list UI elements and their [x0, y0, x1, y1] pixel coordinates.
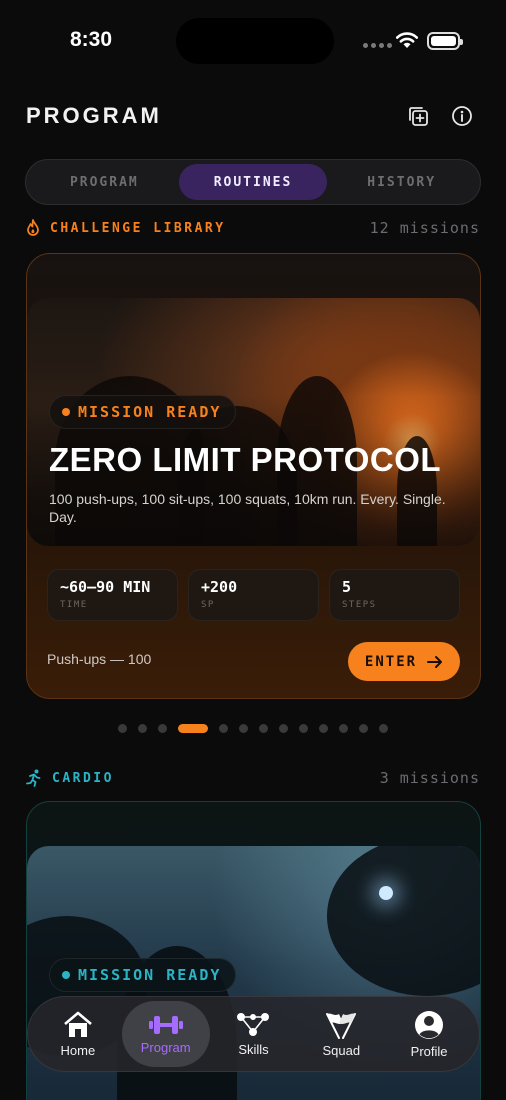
- pager-dot-active[interactable]: [178, 724, 208, 733]
- status-time: 8:30: [70, 28, 113, 51]
- pager-dot[interactable]: [359, 724, 368, 733]
- stat-sp: +200 SP: [188, 569, 319, 621]
- tab-label: Program: [140, 1039, 191, 1055]
- pager-dot[interactable]: [118, 724, 127, 733]
- status-dot: [62, 408, 70, 416]
- tab-label: Profile: [410, 1043, 448, 1059]
- status-badge: MISSION READY: [49, 395, 237, 429]
- mission-card[interactable]: MISSION READY ZERO LIMIT PROTOCOL 100 pu…: [26, 253, 481, 699]
- mission-description: 100 push-ups, 100 sit-ups, 100 squats, 1…: [49, 491, 446, 525]
- pager-dot[interactable]: [239, 724, 248, 733]
- bottom-tab-bar: Home Program Skills Squad Profile: [27, 996, 480, 1072]
- stat-key: STEPS: [342, 600, 377, 610]
- cardio-header: CARDIO 3 missions: [26, 766, 480, 790]
- first-step-text: Push-ups — 100: [47, 651, 152, 667]
- arrow-right-icon: [427, 655, 443, 668]
- flags-icon: [326, 1012, 357, 1039]
- tab-home[interactable]: Home: [34, 1001, 122, 1067]
- pager-dot[interactable]: [299, 724, 308, 733]
- tab-label: Skills: [238, 1041, 269, 1057]
- tab-program-nav[interactable]: Program: [121, 1001, 210, 1067]
- enter-button[interactable]: ENTER: [348, 642, 460, 681]
- dynamic-island: [176, 18, 334, 64]
- tab-squad[interactable]: Squad: [297, 1001, 385, 1067]
- tab-label: Squad: [322, 1042, 361, 1058]
- badge-label: MISSION READY: [78, 966, 222, 984]
- pager-dot[interactable]: [138, 724, 147, 733]
- section-label: CARDIO: [52, 770, 114, 786]
- stat-key: TIME: [60, 600, 88, 610]
- stat-key: SP: [201, 600, 215, 610]
- pager-dot[interactable]: [158, 724, 167, 733]
- mission-count: 12 missions: [369, 219, 480, 237]
- status-dot: [62, 971, 70, 979]
- pager-dot[interactable]: [279, 724, 288, 733]
- pager-dot[interactable]: [339, 724, 348, 733]
- mission-stats: ~60–90 MIN TIME +200 SP 5 STEPS: [47, 569, 460, 621]
- stat-value: ~60–90 MIN: [60, 578, 151, 596]
- pager-dot[interactable]: [219, 724, 228, 733]
- tab-routines[interactable]: ROUTINES: [178, 164, 328, 200]
- status-badge: MISSION READY: [49, 958, 237, 992]
- pager-dot[interactable]: [379, 724, 388, 733]
- copy-plus-icon: [409, 107, 428, 126]
- home-icon: [64, 1011, 92, 1037]
- pager-dot[interactable]: [259, 724, 268, 733]
- tab-skills[interactable]: Skills: [210, 1001, 298, 1067]
- mission-count: 3 missions: [379, 769, 480, 787]
- add-copy-button[interactable]: [404, 102, 432, 130]
- status-bar: 8:30: [0, 0, 506, 80]
- lamp-light: [379, 886, 393, 900]
- stat-value: 5: [342, 578, 352, 596]
- flame-icon: [27, 219, 39, 236]
- carousel-pager: [0, 724, 506, 733]
- mission-title: ZERO LIMIT PROTOCOL: [49, 441, 442, 478]
- challenge-library-header: CHALLENGE LIBRARY 12 missions: [26, 216, 480, 240]
- page-header: PROGRAM: [26, 98, 480, 134]
- pager-dot[interactable]: [319, 724, 328, 733]
- enter-label: ENTER: [364, 653, 418, 670]
- wifi-icon: [395, 32, 419, 48]
- signal-icon: [363, 43, 392, 48]
- section-tabs: PROGRAM ROUTINES HISTORY: [25, 159, 481, 205]
- badge-label: MISSION READY: [78, 403, 222, 421]
- section-label: CHALLENGE LIBRARY: [50, 220, 226, 236]
- profile-icon: [415, 1010, 444, 1039]
- info-button[interactable]: [448, 102, 476, 130]
- info-icon: [452, 106, 472, 126]
- runner-icon: [26, 769, 41, 787]
- tab-history[interactable]: HISTORY: [327, 164, 476, 200]
- stat-value: +200: [201, 578, 238, 596]
- skills-tree-icon: [237, 1012, 270, 1036]
- stat-time: ~60–90 MIN TIME: [47, 569, 178, 621]
- battery-icon: [427, 32, 463, 50]
- tab-program[interactable]: PROGRAM: [30, 164, 179, 200]
- dumbbell-icon: [148, 1015, 183, 1034]
- tab-profile[interactable]: Profile: [385, 1001, 473, 1067]
- stat-steps: 5 STEPS: [329, 569, 460, 621]
- tab-label: Home: [60, 1042, 96, 1058]
